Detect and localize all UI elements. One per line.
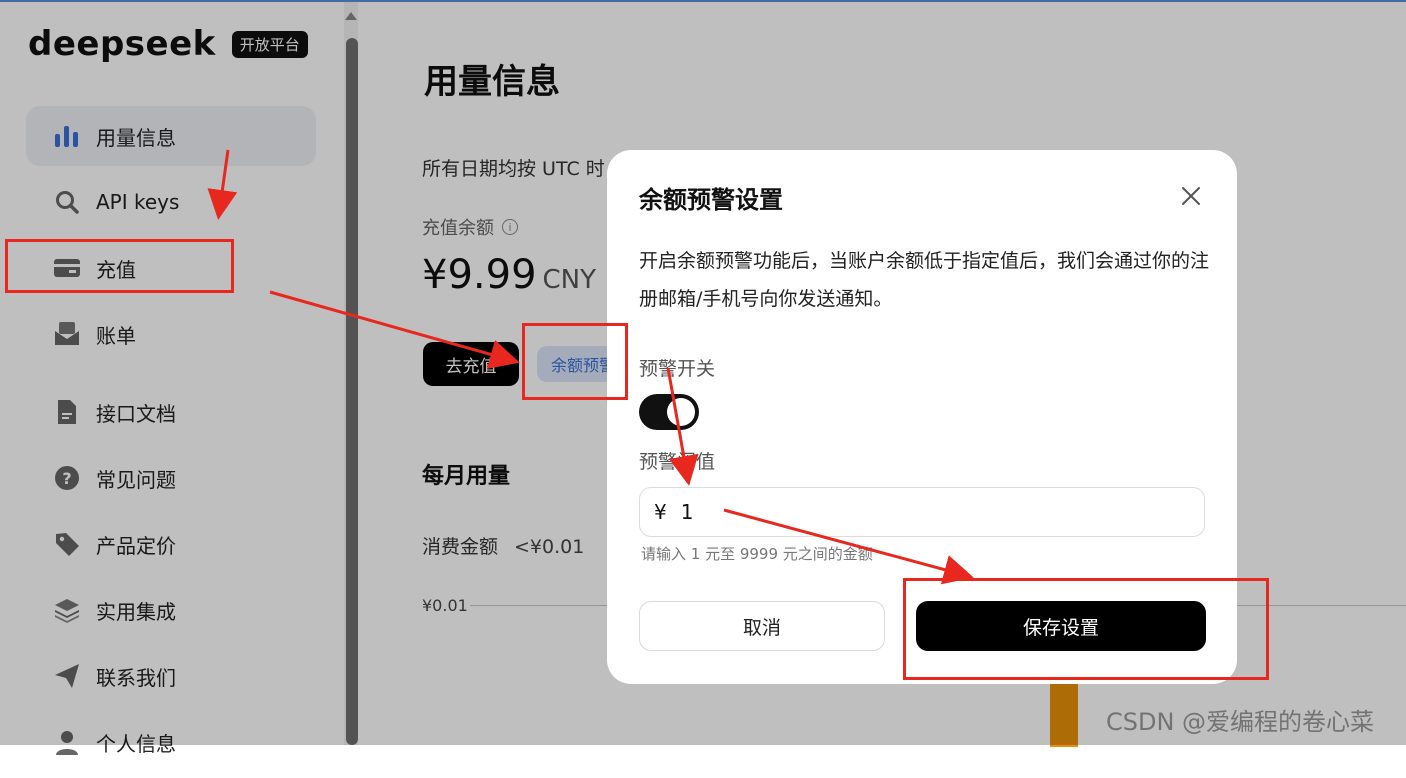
dialog-title: 余额预警设置 xyxy=(639,186,783,214)
dialog-description: 开启余额预警功能后，当账户余额低于指定值后，我们会通过你的注册邮箱/手机号向你发… xyxy=(639,250,1210,310)
annotation-box-recharge xyxy=(5,239,234,293)
close-icon[interactable] xyxy=(1179,184,1203,208)
threshold-input-box[interactable]: ¥ xyxy=(639,487,1205,537)
currency-prefix: ¥ xyxy=(654,500,667,524)
annotation-box-alert xyxy=(522,323,628,400)
alert-toggle-switch[interactable] xyxy=(639,394,699,430)
annotation-box-save xyxy=(903,578,1269,680)
threshold-hint: 请输入 1 元至 9999 元之间的金额 xyxy=(641,545,873,563)
csdn-watermark: CSDN @爱编程的卷心菜 xyxy=(1106,708,1375,736)
threshold-input[interactable] xyxy=(680,500,1161,524)
threshold-label: 预警阈值 xyxy=(639,451,716,473)
alert-switch-label: 预警开关 xyxy=(639,358,716,380)
cancel-button[interactable]: 取消 xyxy=(639,601,885,651)
toggle-knob xyxy=(667,398,695,426)
